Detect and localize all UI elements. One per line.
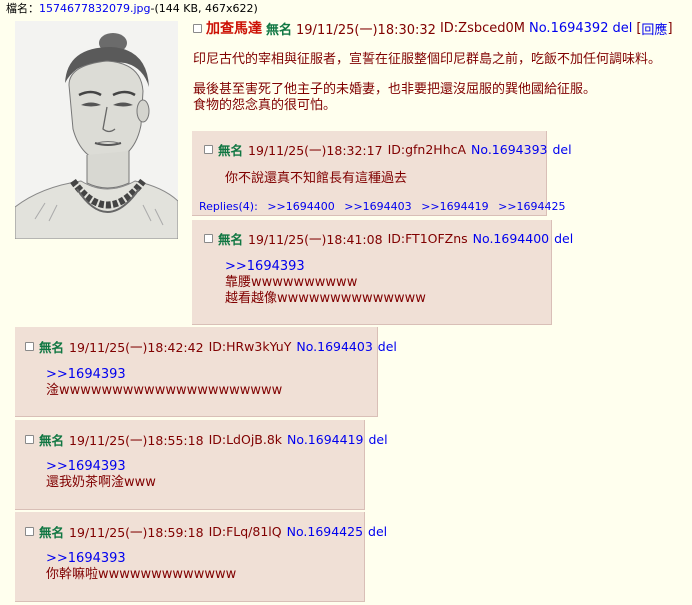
reply-id: ID:gfn2HhcA: [387, 142, 467, 157]
reply-checkbox[interactable]: [25, 342, 34, 351]
reply-id: ID:HRw3kYuY: [208, 339, 292, 354]
file-meta: -(144 KB, 467x622): [150, 2, 258, 15]
reply-header: 無名 19/11/25(一)18:59:18 ID:FLq/81lQ No.16…: [25, 522, 387, 541]
reply-body: >>1694393 淦wwwwwwwwwwwwwwwwwwwww: [46, 367, 282, 399]
reply-delete-link[interactable]: del: [554, 231, 573, 246]
reply-post-number[interactable]: No.1694425: [287, 524, 363, 539]
reply-line: 還我奶茶啊淦www: [46, 475, 156, 490]
op-reply-bracket-close: ]: [667, 20, 673, 36]
reply-post: 無名 19/11/25(一)18:41:08 ID:FT1OFZns No.16…: [192, 220, 573, 325]
file-link[interactable]: 1574677832079.jpg: [39, 2, 151, 15]
reply-delete-link[interactable]: del: [368, 432, 387, 447]
reply-body: >>1694393 還我奶茶啊淦www: [46, 459, 156, 491]
reply-post-number[interactable]: No.1694403: [296, 339, 372, 354]
reply-name: 無名: [39, 433, 65, 448]
quote-link[interactable]: >>1694393: [46, 459, 156, 475]
op-id: ID:Zsbced0M: [439, 20, 525, 36]
backlinks-label: Replies(4):: [199, 200, 258, 213]
reply-checkbox[interactable]: [25, 527, 34, 536]
op-line: 最後甚至害死了他主子的未婚妻，也非要把還沒屈服的巽他國給征服。: [193, 82, 597, 97]
op-body: 印尼古代的宰相與征服者，宣誓在征服整個印尼群島之前，吃飯不加任何調味料。 最後甚…: [193, 52, 661, 114]
op-line: 印尼古代的宰相與征服者，宣誓在征服整個印尼群島之前，吃飯不加任何調味料。: [193, 52, 662, 67]
file-label: 檔名：: [6, 2, 39, 15]
backlink[interactable]: >>1694419: [421, 200, 488, 213]
op-checkbox[interactable]: [193, 23, 202, 33]
reply-delete-link[interactable]: del: [552, 142, 571, 157]
quote-link[interactable]: >>1694393: [46, 551, 236, 567]
reply-checkbox[interactable]: [25, 435, 34, 444]
op-post-number[interactable]: No.1694392: [529, 21, 608, 36]
reply-header: 無名 19/11/25(一)18:42:42 ID:HRw3kYuY No.16…: [25, 337, 397, 356]
op-reply-button[interactable]: 回應: [641, 19, 667, 38]
reply-body: >>1694393 靠腰wwwwwwwwww 越看越像wwwwwwwwwwwww…: [225, 259, 426, 307]
quote-link[interactable]: >>1694393: [46, 367, 282, 383]
op-header: 加查馬達 無名 19/11/25(一)18:30:32 ID:Zsbced0M …: [193, 18, 673, 38]
reply-datetime: 19/11/25(一)18:42:42: [69, 340, 204, 355]
reply-name: 無名: [39, 525, 65, 540]
reply-header: 無名 19/11/25(一)18:41:08 ID:FT1OFZns No.16…: [204, 229, 573, 248]
reply-name: 無名: [39, 340, 65, 355]
reply-post: 無名 19/11/25(一)18:32:17 ID:gfn2HhcA No.16…: [192, 131, 572, 216]
reply-id: ID:FLq/81lQ: [208, 524, 282, 539]
reply-header: 無名 19/11/25(一)18:32:17 ID:gfn2HhcA No.16…: [204, 140, 572, 159]
reply-datetime: 19/11/25(一)18:32:17: [248, 143, 383, 158]
reply-checkbox[interactable]: [204, 234, 213, 243]
reply-id: ID:FT1OFZns: [387, 231, 468, 246]
reply-name: 無名: [218, 143, 244, 158]
reply-line: 靠腰wwwwwwwwww: [225, 275, 358, 290]
reply-post: 無名 19/11/25(一)18:42:42 ID:HRw3kYuY No.16…: [15, 327, 397, 417]
backlink[interactable]: >>1694425: [498, 200, 565, 213]
op-title: 加查馬達: [206, 21, 262, 37]
reply-body: >>1694393 你幹嘛啦wwwwwwwwwwwww: [46, 551, 236, 583]
reply-checkbox[interactable]: [204, 145, 213, 154]
op-delete-link[interactable]: del: [612, 21, 632, 36]
reply-line: 你不說還真不知館長有這種過去: [225, 171, 408, 186]
reply-delete-link[interactable]: del: [378, 339, 397, 354]
quote-link[interactable]: >>1694393: [225, 259, 426, 275]
reply-post: 無名 19/11/25(一)18:59:18 ID:FLq/81lQ No.16…: [15, 512, 387, 602]
backlinks: Replies(4): >>1694400 >>1694403 >>169441…: [199, 200, 572, 213]
op-line: 食物的怨念真的很可怕。: [193, 98, 337, 113]
reply-line: 淦wwwwwwwwwwwwwwwwwwwww: [46, 383, 283, 398]
reply-header: 無名 19/11/25(一)18:55:18 ID:LdOjB.8k No.16…: [25, 430, 388, 449]
reply-datetime: 19/11/25(一)18:41:08: [248, 232, 383, 247]
reply-line: 越看越像wwwwwwwwwwwwww: [225, 291, 426, 306]
reply-post-number[interactable]: No.1694393: [471, 142, 547, 157]
reply-line: 你幹嘛啦wwwwwwwwwwwww: [46, 567, 237, 582]
reply-post: 無名 19/11/25(一)18:55:18 ID:LdOjB.8k No.16…: [15, 420, 388, 510]
reply-post-number[interactable]: No.1694400: [473, 231, 549, 246]
reply-post-number[interactable]: No.1694419: [287, 432, 363, 447]
file-info: 檔名：1574677832079.jpg-(144 KB, 467x622): [6, 0, 258, 16]
reply-id: ID:LdOjB.8k: [208, 432, 283, 447]
op-datetime: 19/11/25(一)18:30:32: [296, 22, 436, 38]
op-name: 無名: [266, 22, 293, 38]
reply-datetime: 19/11/25(一)18:59:18: [69, 525, 204, 540]
reply-datetime: 19/11/25(一)18:55:18: [69, 433, 204, 448]
reply-name: 無名: [218, 232, 244, 247]
reply-body: 你不說還真不知館長有這種過去: [225, 171, 407, 187]
backlink[interactable]: >>1694400: [267, 200, 334, 213]
reply-delete-link[interactable]: del: [368, 524, 387, 539]
thread-image[interactable]: [15, 21, 178, 239]
backlink[interactable]: >>1694403: [344, 200, 411, 213]
